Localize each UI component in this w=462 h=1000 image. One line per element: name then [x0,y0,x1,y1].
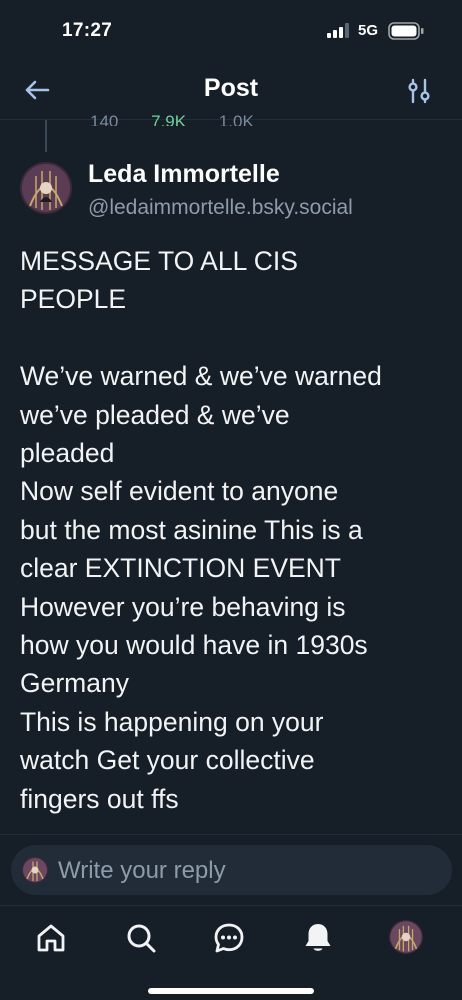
post-line: clear EXTINCTION EVENT [20,553,341,584]
signal-bars-icon [327,23,349,38]
page-title: Post [203,74,259,102]
post-author: Leda Immortelle @ledaimmortelle.bsky.soc… [20,160,450,224]
bottom-nav [0,905,462,1000]
avatar-image [22,857,48,883]
network-label: 5G [358,22,379,39]
search-icon[interactable] [123,920,159,956]
header: Post [0,60,462,120]
avatar-image [20,162,72,214]
chat-icon[interactable] [211,920,247,956]
post-line: we’ve pleaded & we’ve [20,399,290,430]
home-indicator[interactable] [148,988,314,994]
post-line: This is happening on your [20,706,324,737]
reposts-count[interactable]: 7.9K [151,112,186,126]
post-line: pleaded [20,438,115,469]
profile-avatar[interactable] [389,920,423,954]
parent-post-stats: 140 7.9K 1.0K [90,112,282,126]
home-icon[interactable] [33,920,69,956]
thread-connector [45,120,47,152]
post-line: PEOPLE [20,284,127,315]
divider [0,834,462,835]
post-line: how you would have in 1930s [20,630,368,661]
likes-count[interactable]: 1.0K [219,112,254,126]
post-line: Now self evident to anyone [20,476,339,507]
bell-icon[interactable] [300,920,336,956]
status-bar: 17:27 5G [0,0,462,60]
post-text: MESSAGE TO ALL CIS PEOPLE We’ve warned &… [20,242,448,818]
post-line: watch Get your collective [20,745,315,776]
post-line: MESSAGE TO ALL CIS [20,246,298,276]
post-line: fingers out ffs [20,783,179,814]
reply-input[interactable]: Write your reply [11,845,452,895]
reply-placeholder: Write your reply [58,857,226,884]
author-name[interactable]: Leda Immortelle [88,160,280,189]
status-time: 17:27 [62,20,113,41]
avatar [22,857,48,883]
avatar-image [389,920,423,954]
battery-icon [388,22,424,40]
sliders-icon[interactable] [404,76,434,106]
post-line: but the most asinine This is a [20,514,363,545]
post-line: We’ve warned & we’ve warned [20,361,382,392]
replies-count[interactable]: 140 [90,112,118,126]
author-handle[interactable]: @ledaimmortelle.bsky.social [88,196,353,220]
post-line: However you’re behaving is [20,591,346,622]
avatar[interactable] [20,162,72,214]
post-line: Germany [20,668,129,699]
